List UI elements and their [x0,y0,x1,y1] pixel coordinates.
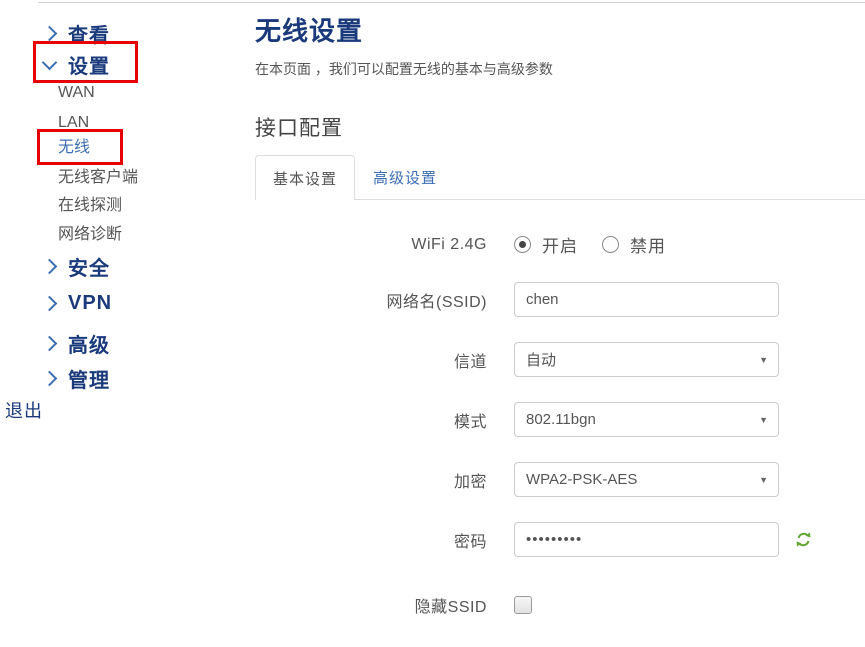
sidebar-item-label: 设置 [68,50,110,79]
chevron-right-icon [42,259,58,275]
ssid-label: 网络名(SSID) [255,288,487,312]
sidebar-item-advanced[interactable]: 高级 [44,329,110,358]
refresh-password-icon[interactable] [795,531,812,548]
password-input[interactable] [514,522,779,557]
wifi-disable-label: 禁用 [630,232,666,257]
wifi-enable-label: 开启 [542,232,578,257]
tab-basic-settings[interactable]: 基本设置 [255,155,355,200]
form-row-channel: 信道 自动 ▼ [255,342,865,377]
sidebar-item-label: 查看 [68,19,110,48]
dropdown-caret-icon: ▼ [759,475,768,485]
hide-ssid-checkbox[interactable] [514,596,532,614]
chevron-right-icon [42,296,58,312]
form-row-mode: 模式 802.11bgn ▼ [255,402,865,437]
mode-select[interactable]: 802.11bgn ▼ [514,402,779,437]
sidebar-item-network-diagnosis[interactable]: 网络诊断 [58,227,122,243]
channel-label: 信道 [255,348,487,372]
sidebar-item-logout[interactable]: 退出 [5,397,43,423]
dropdown-caret-icon: ▼ [759,355,768,365]
sidebar-item-vpn[interactable]: VPN [44,292,112,315]
sidebar-item-label: VPN [68,292,112,315]
sidebar-item-label: 管理 [68,364,110,393]
dropdown-caret-icon: ▼ [759,415,768,425]
form-row-password: 密码 [255,522,865,557]
sidebar-item-wan[interactable]: WAN [58,85,95,101]
wifi-enable-radio[interactable] [514,236,531,253]
sidebar-item-lan[interactable]: LAN [58,115,89,131]
page-title: 无线设置 [255,16,865,46]
password-label: 密码 [255,528,487,552]
channel-select-value: 自动 [526,349,556,370]
encryption-label: 加密 [255,468,487,492]
sidebar: 查看 设置 WAN LAN 无线 无线客户端 在线探测 网络诊断 安全 VPN … [0,0,250,639]
channel-select[interactable]: 自动 ▼ [514,342,779,377]
ssid-input[interactable] [514,282,779,317]
section-title: 接口配置 [255,116,865,142]
chevron-right-icon [42,26,58,42]
mode-select-value: 802.11bgn [526,411,596,428]
sidebar-item-online-detect[interactable]: 在线探测 [58,198,122,214]
form-row-hide-ssid: 隐藏SSID [255,587,865,622]
tab-advanced-settings[interactable]: 高级设置 [355,155,455,199]
mode-label: 模式 [255,408,487,432]
chevron-right-icon [42,336,58,352]
page-subtitle: 在本页面 ，我们可以配置无线的基本与高级参数 [255,60,865,78]
form-row-ssid: 网络名(SSID) [255,282,865,317]
main-content: 无线设置 在本页面 ，我们可以配置无线的基本与高级参数 接口配置 基本设置 高级… [255,0,865,647]
chevron-down-icon [42,55,58,71]
sidebar-item-management[interactable]: 管理 [44,364,110,393]
wireless-form: WiFi 2.4G 开启 禁用 网络名(SSID) 信道 自动 ▼ [255,227,865,622]
encryption-select-value: WPA2-PSK-AES [526,471,637,488]
form-row-encryption: 加密 WPA2-PSK-AES ▼ [255,462,865,497]
form-row-wifi: WiFi 2.4G 开启 禁用 [255,227,865,262]
wifi-label: WiFi 2.4G [255,236,487,254]
sidebar-item-security[interactable]: 安全 [44,252,110,281]
tab-bar: 基本设置 高级设置 [255,155,865,200]
sidebar-item-view[interactable]: 查看 [44,19,110,48]
wifi-disable-radio[interactable] [602,236,619,253]
sidebar-item-label: 高级 [68,329,110,358]
chevron-right-icon [42,371,58,387]
sidebar-item-wireless-client[interactable]: 无线客户端 [58,170,138,186]
sidebar-item-wireless[interactable]: 无线 [58,140,90,156]
sidebar-item-settings[interactable]: 设置 [44,50,110,79]
sidebar-item-label: 安全 [68,252,110,281]
encryption-select[interactable]: WPA2-PSK-AES ▼ [514,462,779,497]
hide-ssid-label: 隐藏SSID [255,593,487,617]
